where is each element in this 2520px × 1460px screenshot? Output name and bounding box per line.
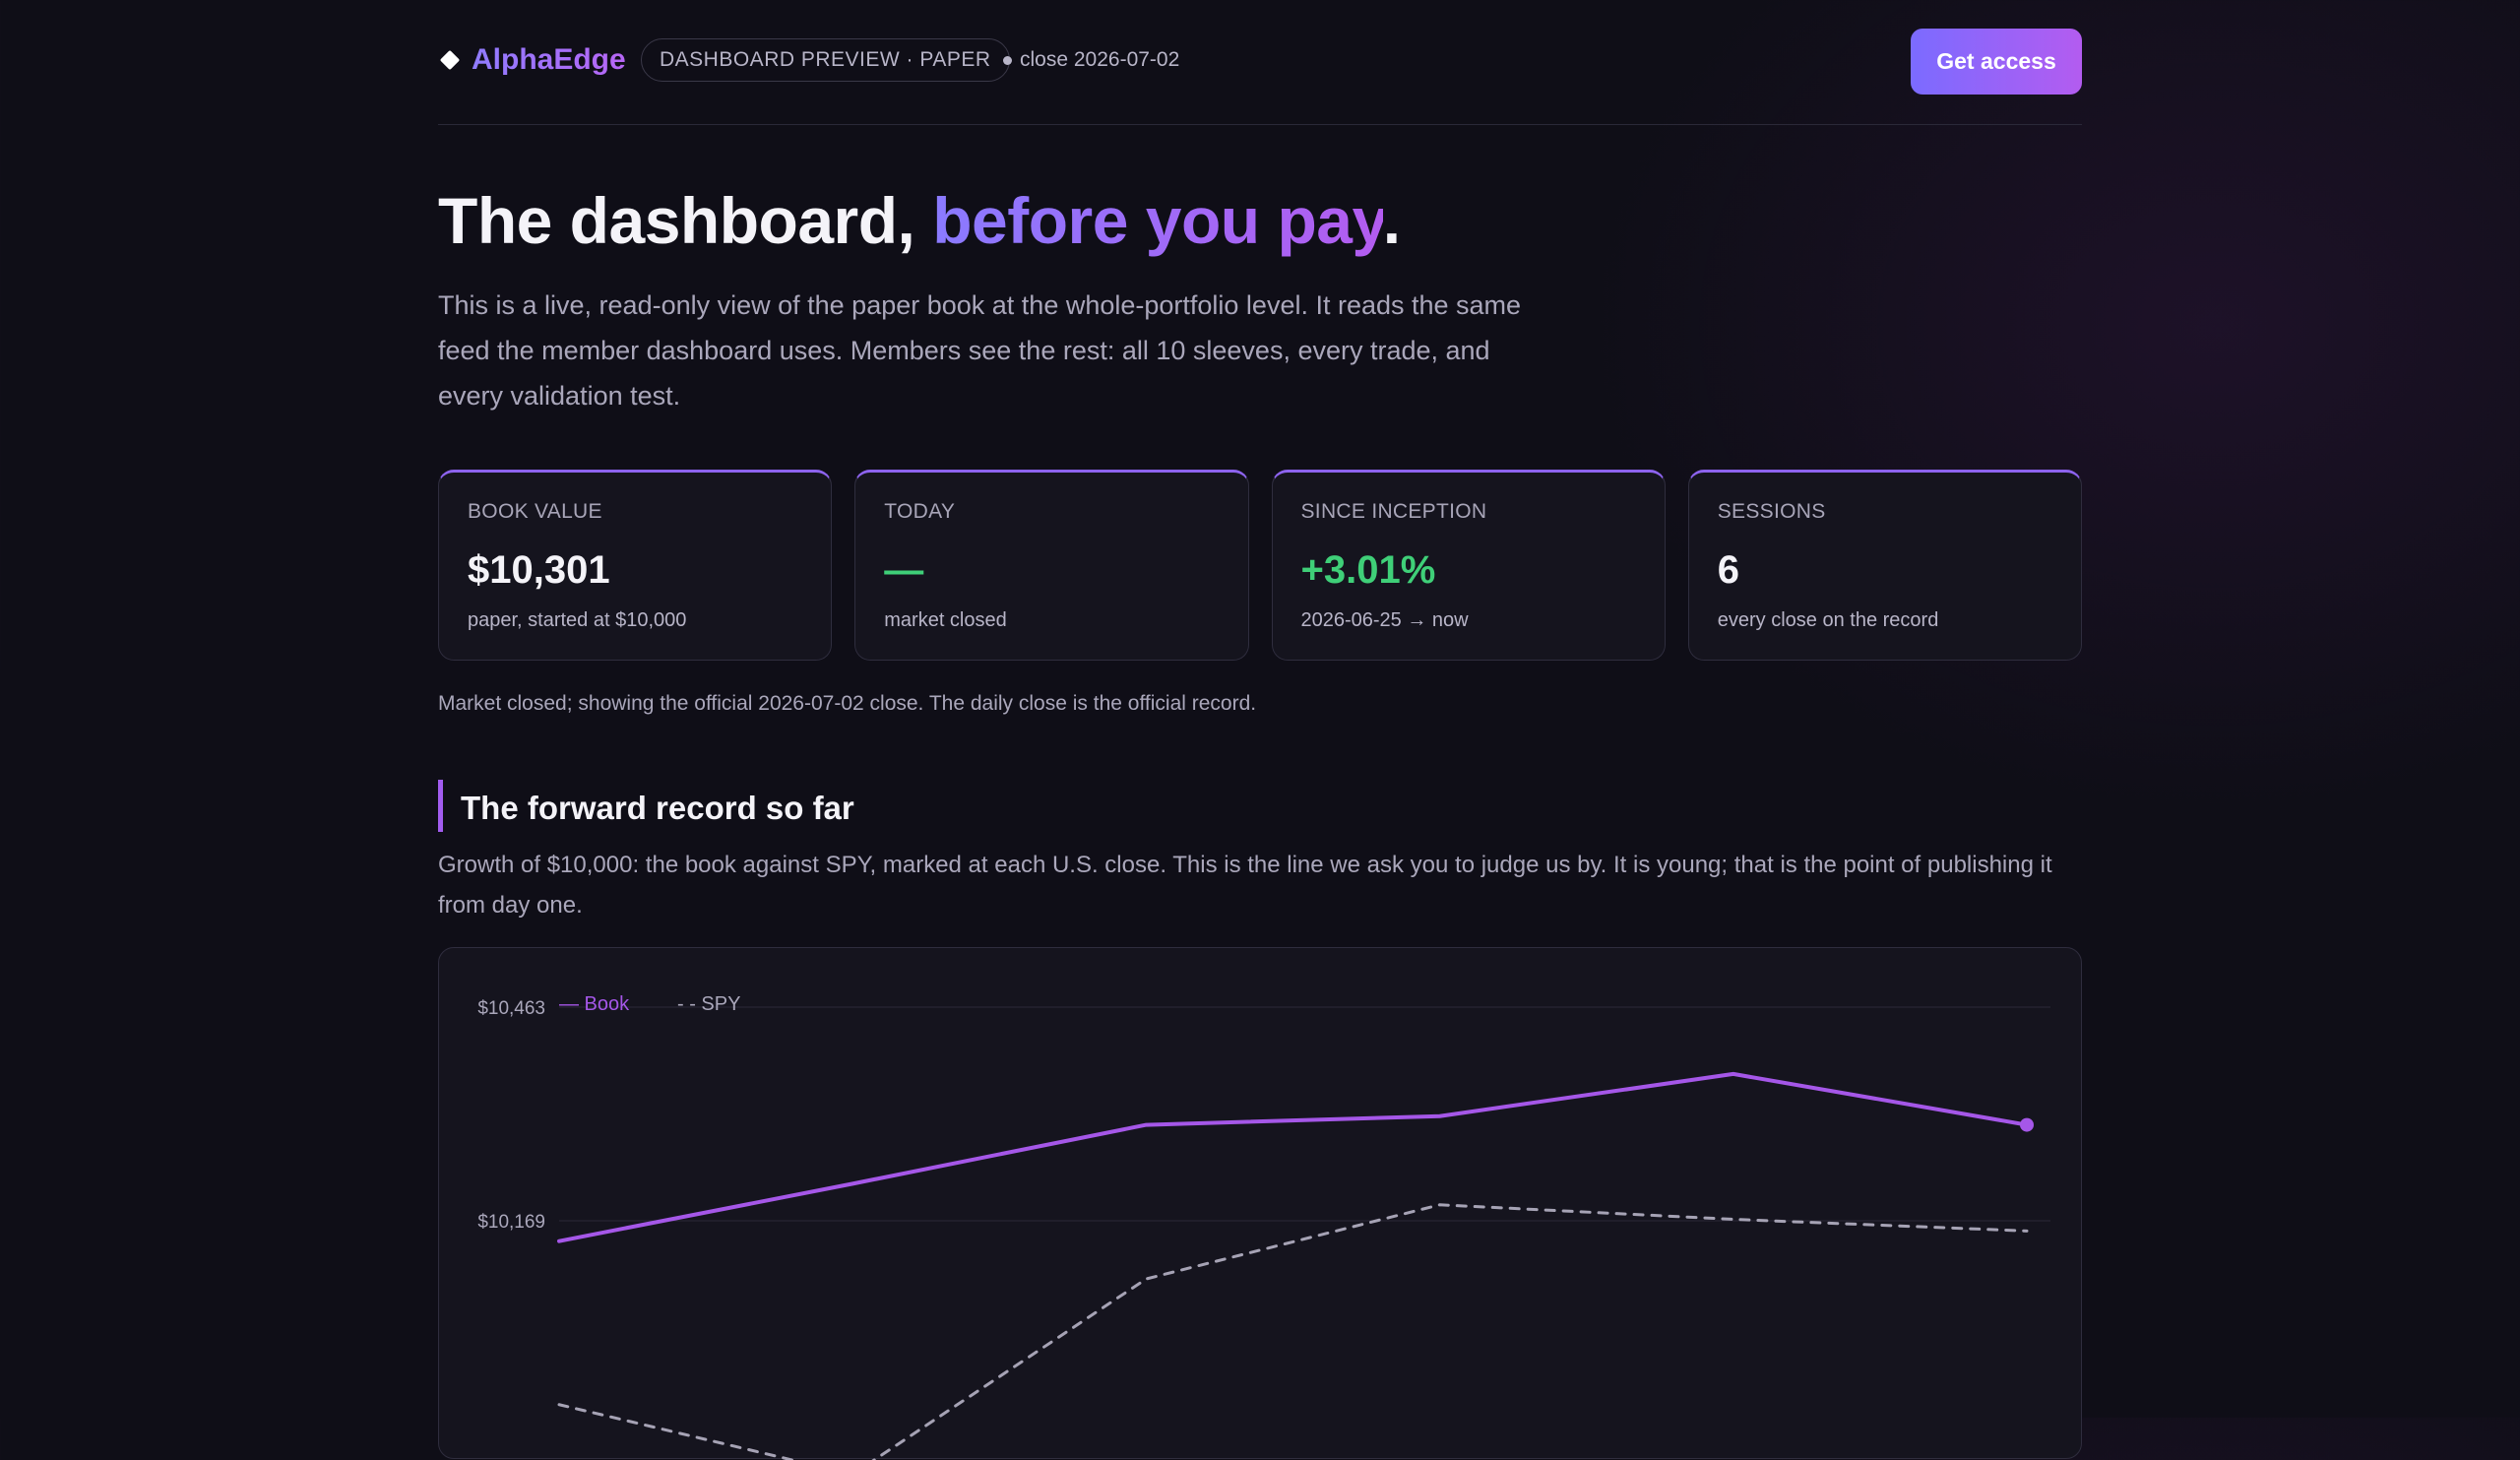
stat-subtext: 2026-06-25 → now — [1301, 609, 1636, 632]
y-tick-label: $10,463 — [477, 998, 545, 1019]
section-description: Growth of $10,000: the book against SPY,… — [438, 845, 2082, 925]
forward-record-chart: $10,463 $10,169 — Book - - SPY — [438, 947, 2082, 1459]
series-line-book — [559, 1074, 2027, 1241]
stat-label: BOOK VALUE — [468, 500, 802, 524]
chart-svg: $10,463 $10,169 — Book - - SPY — [439, 948, 2083, 1460]
stat-card-sessions: SESSIONS 6 every close on the record — [1688, 470, 2082, 661]
get-access-button[interactable]: Get access — [1911, 29, 2082, 95]
stat-label: SESSIONS — [1718, 500, 2052, 524]
section-title: The forward record so far — [438, 780, 854, 832]
close-date-label: close 2026-07-02 — [1020, 48, 1179, 72]
stat-subtext: market closed — [884, 609, 1219, 632]
stat-label: SINCE INCEPTION — [1301, 500, 1636, 524]
stat-value: +3.01% — [1301, 547, 1636, 593]
stat-value: — — [884, 547, 1219, 593]
page-title-lead: The dashboard, — [438, 184, 932, 257]
y-tick-label: $10,169 — [477, 1212, 545, 1233]
preview-badge: DASHBOARD PREVIEW · PAPER — [641, 38, 1010, 82]
legend-entry: — Book — [559, 993, 630, 1015]
brand[interactable]: AlphaEdge — [438, 43, 626, 77]
page-description: This is a live, read-only view of the pa… — [438, 283, 1560, 418]
series-line-spy — [559, 1205, 2027, 1460]
page-title-accent: before you pay — [932, 184, 1383, 257]
legend-entry: - - SPY — [677, 993, 740, 1015]
stat-label: TODAY — [884, 500, 1219, 524]
stat-card-since-inception: SINCE INCEPTION +3.01% 2026-06-25 → now — [1272, 470, 1666, 661]
stat-card-book-value: BOOK VALUE $10,301 paper, started at $10… — [438, 470, 832, 661]
close-date-status: close 2026-07-02 — [1003, 48, 1179, 72]
page: AlphaEdge DASHBOARD PREVIEW · PAPER clos… — [438, 0, 2082, 125]
stats-row: BOOK VALUE $10,301 paper, started at $10… — [438, 470, 2082, 661]
diamond-logo-icon — [440, 50, 460, 70]
stat-value: 6 — [1718, 547, 2052, 593]
top-bar: AlphaEdge DASHBOARD PREVIEW · PAPER clos… — [438, 0, 2082, 125]
data-point-book — [2020, 1118, 2034, 1132]
page-title: The dashboard, before you pay. — [438, 183, 1401, 258]
brand-name: AlphaEdge — [472, 43, 626, 77]
stat-subtext: paper, started at $10,000 — [468, 609, 802, 632]
status-dot-icon — [1003, 56, 1012, 65]
market-status-note: Market closed; showing the official 2026… — [438, 692, 1256, 716]
stat-subtext: every close on the record — [1718, 609, 2052, 632]
page-title-end: . — [1383, 184, 1401, 257]
stat-card-today: TODAY — market closed — [854, 470, 1248, 661]
stat-value: $10,301 — [468, 547, 802, 593]
